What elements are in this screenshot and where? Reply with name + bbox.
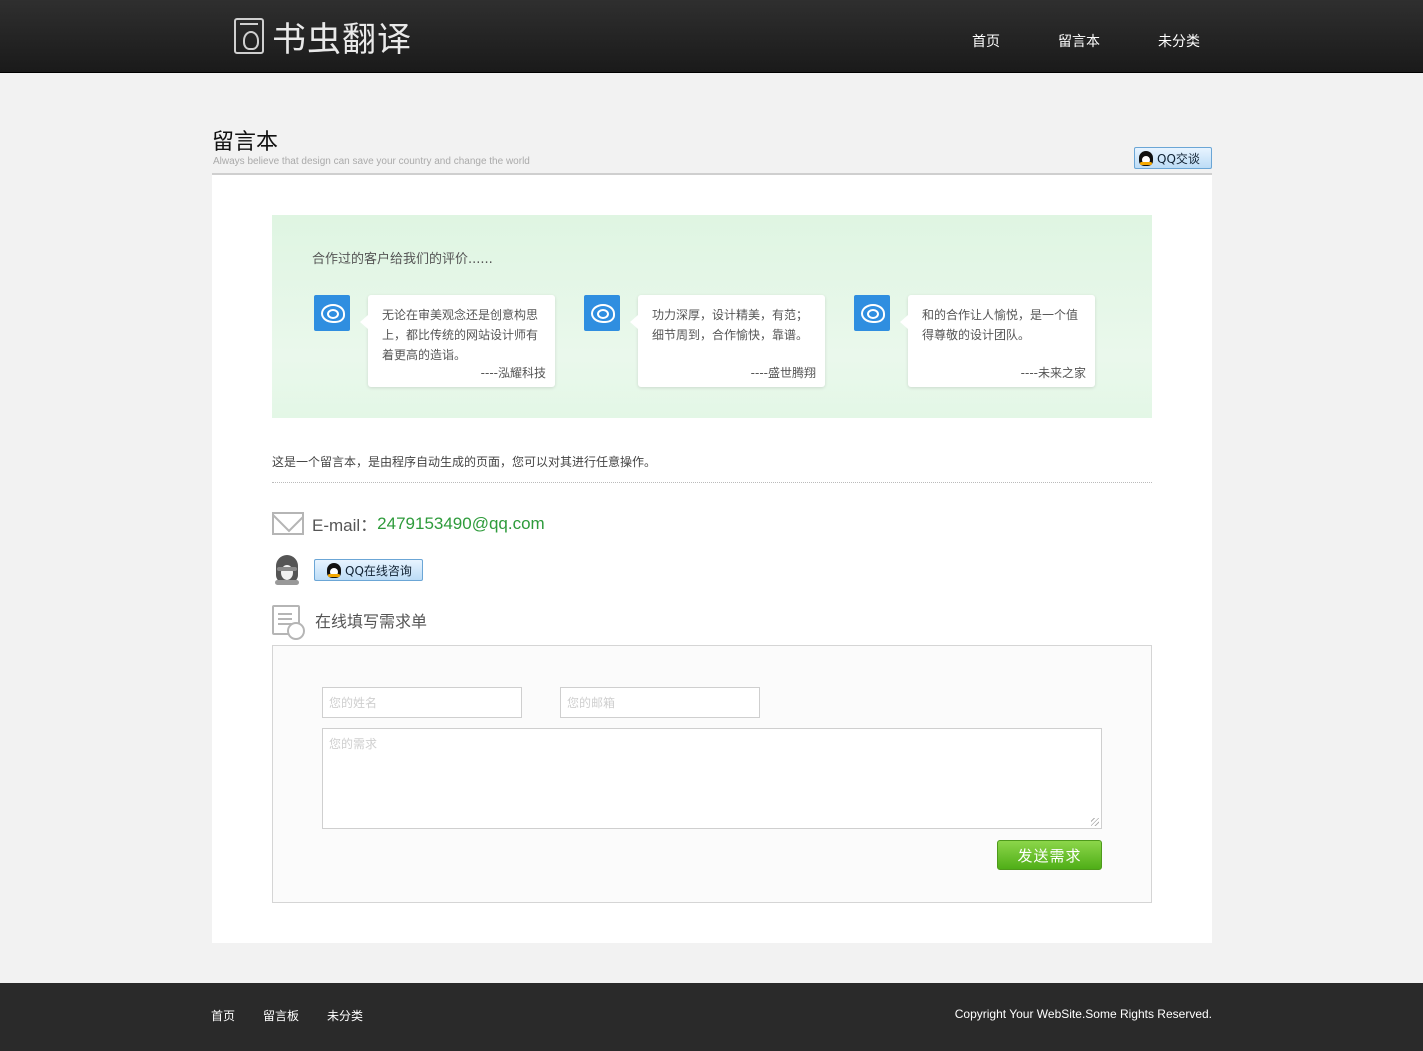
footer-nav: 首页 留言板 未分类 <box>211 1007 363 1024</box>
testimonials-title: 合作过的客户给我们的评价...... <box>312 252 493 267</box>
qq-consult-label: QQ在线咨询 <box>345 563 412 578</box>
testimonial-text: 功力深厚，设计精美，有范；细节周到，合作愉快，靠谱。 <box>652 308 809 342</box>
testimonial-text: 无论在审美观念还是创意构思上，都比传统的网站设计师有着更高的造诣。 <box>382 308 539 362</box>
nav-item-uncategorized[interactable]: 未分类 <box>1129 31 1200 51</box>
email-input[interactable] <box>560 687 760 718</box>
dotted-divider <box>272 482 1152 483</box>
form-title: 在线填写需求单 <box>315 612 428 631</box>
logo-text: 书虫翻译 <box>272 19 412 60</box>
qq-row: QQ在线咨询 <box>272 555 423 585</box>
requirement-textarea[interactable] <box>322 728 1102 829</box>
testimonial-item: 功力深厚，设计精美，有范；细节周到，合作愉快，靠谱。 ----盛世腾翔 <box>584 295 825 387</box>
nav-item-guestbook[interactable]: 留言本 <box>1029 31 1129 51</box>
qq-talk-button[interactable]: QQ交谈 <box>1134 147 1212 169</box>
qq-talk-label: QQ交谈 <box>1157 151 1200 166</box>
qq-penguin-icon <box>1139 150 1153 166</box>
resize-grip-icon[interactable] <box>1091 818 1099 826</box>
testimonial-bubble: 无论在审美观念还是创意构思上，都比传统的网站设计师有着更高的造诣。 ----泓耀… <box>360 295 555 387</box>
testimonial-item: 和的合作让人愉悦，是一个值得尊敬的设计团队。 ----未来之家 <box>854 295 1095 387</box>
page-heading: 留言本 Always believe that design can save … <box>212 124 1212 175</box>
footer-link-uncategorized[interactable]: 未分类 <box>327 1007 363 1024</box>
main-content: 合作过的客户给我们的评价...... 无论在审美观念还是创意构思上，都比传统的网… <box>212 175 1212 943</box>
page-title: 留言本 <box>212 130 279 155</box>
nav-item-home[interactable]: 首页 <box>943 31 1029 51</box>
footer-link-home[interactable]: 首页 <box>211 1007 235 1024</box>
testimonial-item: 无论在审美观念还是创意构思上，都比传统的网站设计师有着更高的造诣。 ----泓耀… <box>314 295 555 387</box>
page-subtitle: Always believe that design can save your… <box>213 156 530 167</box>
top-header: 书虫翻译 首页 留言本 未分类 <box>0 0 1423 73</box>
requirement-form: 发送需求 <box>272 645 1152 903</box>
logo-icon <box>234 18 264 54</box>
name-input[interactable] <box>322 687 522 718</box>
qq-small-penguin-icon <box>327 562 341 578</box>
email-row: E-mail： 2479153490@qq.com <box>272 511 545 536</box>
testimonials-panel: 合作过的客户给我们的评价...... 无论在审美观念还是创意构思上，都比传统的网… <box>272 215 1152 418</box>
form-edit-icon <box>272 605 305 640</box>
testimonial-author: ----泓耀科技 <box>480 366 546 380</box>
copyright-text: Copyright Your WebSite.Some Rights Reser… <box>954 1007 1212 1021</box>
qq-penguin-icon <box>272 555 302 585</box>
email-label: E-mail： <box>312 516 378 535</box>
footer: 首页 留言板 未分类 Copyright Your WebSite.Some R… <box>0 983 1423 1051</box>
client-face-icon <box>854 295 890 331</box>
client-face-icon <box>314 295 350 331</box>
testimonial-bubble: 和的合作让人愉悦，是一个值得尊敬的设计团队。 ----未来之家 <box>900 295 1095 387</box>
guestbook-description: 这是一个留言本，是由程序自动生成的页面，您可以对其进行任意操作。 <box>272 455 657 469</box>
testimonial-bubble: 功力深厚，设计精美，有范；细节周到，合作愉快，靠谱。 ----盛世腾翔 <box>630 295 825 387</box>
site-logo[interactable]: 书虫翻译 <box>234 16 412 60</box>
testimonial-author: ----未来之家 <box>1020 366 1086 380</box>
send-requirement-button[interactable]: 发送需求 <box>997 840 1102 870</box>
testimonial-text: 和的合作让人愉悦，是一个值得尊敬的设计团队。 <box>922 308 1079 342</box>
testimonial-author: ----盛世腾翔 <box>750 366 816 380</box>
form-heading: 在线填写需求单 <box>272 605 428 640</box>
qq-consult-button[interactable]: QQ在线咨询 <box>314 559 423 581</box>
envelope-icon <box>272 512 304 535</box>
client-face-icon <box>584 295 620 331</box>
main-nav: 首页 留言本 未分类 <box>943 31 1200 51</box>
email-address-link[interactable]: 2479153490@qq.com <box>377 514 545 534</box>
footer-link-guestbook[interactable]: 留言板 <box>263 1007 299 1024</box>
